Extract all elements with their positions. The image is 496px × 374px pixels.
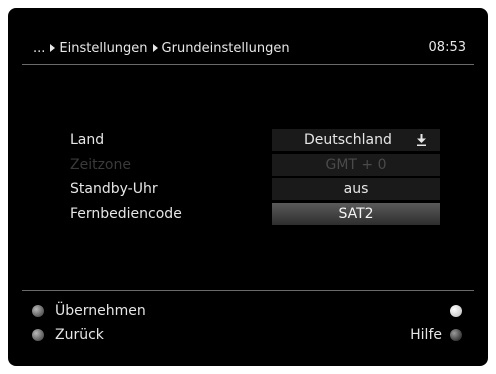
standby-uhr-value-field[interactable]: aus xyxy=(272,178,440,200)
setting-label: Standby-Uhr xyxy=(70,181,158,197)
accept-button[interactable]: Übernehmen xyxy=(32,301,146,321)
ok-button[interactable] xyxy=(450,301,462,321)
breadcrumb-arrow-icon xyxy=(50,44,56,52)
breadcrumb-arrow-icon xyxy=(152,44,158,52)
breadcrumb: ... Einstellungen Grundeinstellungen xyxy=(33,38,290,58)
help-button[interactable]: Hilfe xyxy=(410,325,462,345)
gray-button-icon xyxy=(32,329,44,341)
setting-row-land[interactable]: Land Deutschland xyxy=(70,129,442,151)
setting-label: Land xyxy=(70,132,105,148)
setting-row-standby-uhr[interactable]: Standby-Uhr aus xyxy=(70,178,442,200)
accept-label: Übernehmen xyxy=(55,303,146,319)
zeitzone-value-field: GMT + 0 xyxy=(272,154,440,176)
tv-menu-screen: ... Einstellungen Grundeinstellungen 08:… xyxy=(8,8,488,366)
setting-value: SAT2 xyxy=(338,206,374,222)
setting-row-fernbediencode[interactable]: Fernbediencode SAT2 xyxy=(70,203,442,225)
setting-value: aus xyxy=(343,181,369,197)
setting-value: Deutschland xyxy=(304,132,392,148)
breadcrumb-grundeinstellungen: Grundeinstellungen xyxy=(161,40,290,56)
setting-label: Fernbediencode xyxy=(70,206,182,222)
setting-label: Zeitzone xyxy=(70,157,131,173)
breadcrumb-ellipsis: ... xyxy=(33,40,46,56)
setting-row-zeitzone: Zeitzone GMT + 0 xyxy=(70,154,442,176)
gray-button-icon xyxy=(32,305,44,317)
fernbediencode-value-field[interactable]: SAT2 xyxy=(272,203,440,225)
setting-value: GMT + 0 xyxy=(325,157,387,173)
breadcrumb-einstellungen: Einstellungen xyxy=(59,40,148,56)
footer-divider xyxy=(22,290,474,291)
white-button-icon xyxy=(450,305,462,317)
back-label: Zurück xyxy=(55,327,104,343)
back-button[interactable]: Zurück xyxy=(32,325,104,345)
dark-button-icon xyxy=(450,329,462,341)
dropdown-arrow-icon[interactable] xyxy=(417,134,426,146)
clock: 08:53 xyxy=(428,40,466,55)
header-divider xyxy=(22,64,474,65)
land-value-field[interactable]: Deutschland xyxy=(272,129,440,151)
menu-header: ... Einstellungen Grundeinstellungen 08:… xyxy=(8,8,488,70)
help-label: Hilfe xyxy=(410,327,442,343)
